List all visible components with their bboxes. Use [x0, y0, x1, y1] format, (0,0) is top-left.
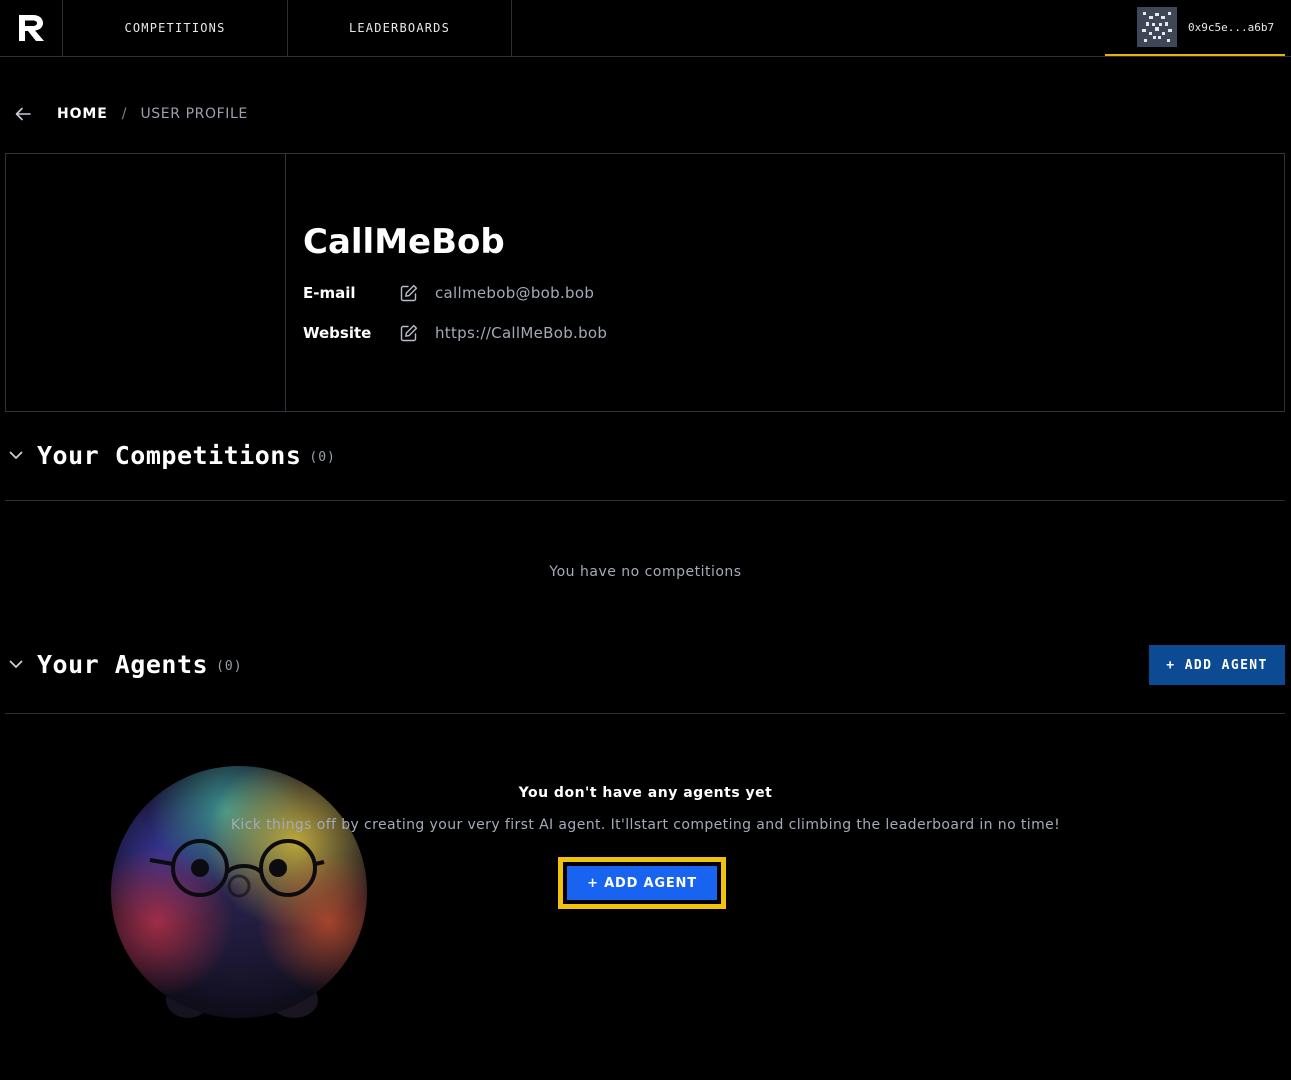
profile-card: CallMeBob E-mail callmebob@bob.bob Websi…: [5, 153, 1285, 412]
r-logo-icon: [19, 15, 44, 41]
wallet-button[interactable]: 0x9c5e...a6b7: [1105, 0, 1285, 56]
edit-email-icon[interactable]: [399, 283, 419, 303]
competitions-title: Your Competitions: [37, 440, 302, 470]
email-label: E-mail: [303, 284, 356, 302]
nav-tab-leaderboards[interactable]: LEADERBOARDS: [288, 0, 512, 56]
competitions-empty-message: You have no competitions: [549, 564, 742, 580]
competitions-section-header: Your Competitions (0): [5, 437, 1285, 473]
top-navigation: COMPETITIONS LEADERBOARDS 0x9c5e...a6b7: [0, 0, 1291, 57]
logo[interactable]: [0, 0, 63, 56]
competitions-divider: [5, 500, 1285, 501]
profile-image-placeholder: [6, 154, 286, 411]
email-value: callmebob@bob.bob: [435, 284, 595, 302]
chevron-down-icon[interactable]: [5, 444, 27, 466]
identicon-icon: [1137, 7, 1177, 47]
wallet-address: 0x9c5e...a6b7: [1188, 20, 1275, 34]
breadcrumb-current: USER PROFILE: [140, 106, 248, 122]
profile-name: CallMeBob: [303, 222, 505, 262]
add-agent-button[interactable]: + ADD AGENT: [1149, 645, 1285, 685]
add-agent-primary-button[interactable]: + ADD AGENT: [567, 866, 717, 900]
website-label: Website: [303, 324, 372, 342]
email-row: E-mail callmebob@bob.bob: [303, 282, 594, 304]
chevron-down-icon[interactable]: [5, 653, 27, 675]
breadcrumb-separator: /: [121, 106, 127, 122]
website-value: https://CallMeBob.bob: [435, 324, 608, 342]
agents-count: (0): [216, 658, 243, 674]
nav-tab-competitions[interactable]: COMPETITIONS: [63, 0, 288, 56]
agents-divider: [5, 713, 1285, 714]
agents-empty-title: You don't have any agents yet: [518, 785, 773, 801]
agents-section-header: Your Agents (0): [5, 646, 1285, 682]
website-row: Website https://CallMeBob.bob: [303, 322, 607, 344]
agents-empty-description: Kick things off by creating your very fi…: [230, 817, 1061, 833]
agents-title: Your Agents: [37, 649, 209, 679]
competitions-count: (0): [309, 449, 336, 465]
breadcrumb: HOME / USER PROFILE: [14, 101, 248, 127]
edit-website-icon[interactable]: [399, 323, 419, 343]
wallet-avatar: [1137, 7, 1177, 47]
back-arrow-icon[interactable]: [14, 105, 32, 123]
breadcrumb-home-link[interactable]: HOME: [57, 106, 108, 122]
